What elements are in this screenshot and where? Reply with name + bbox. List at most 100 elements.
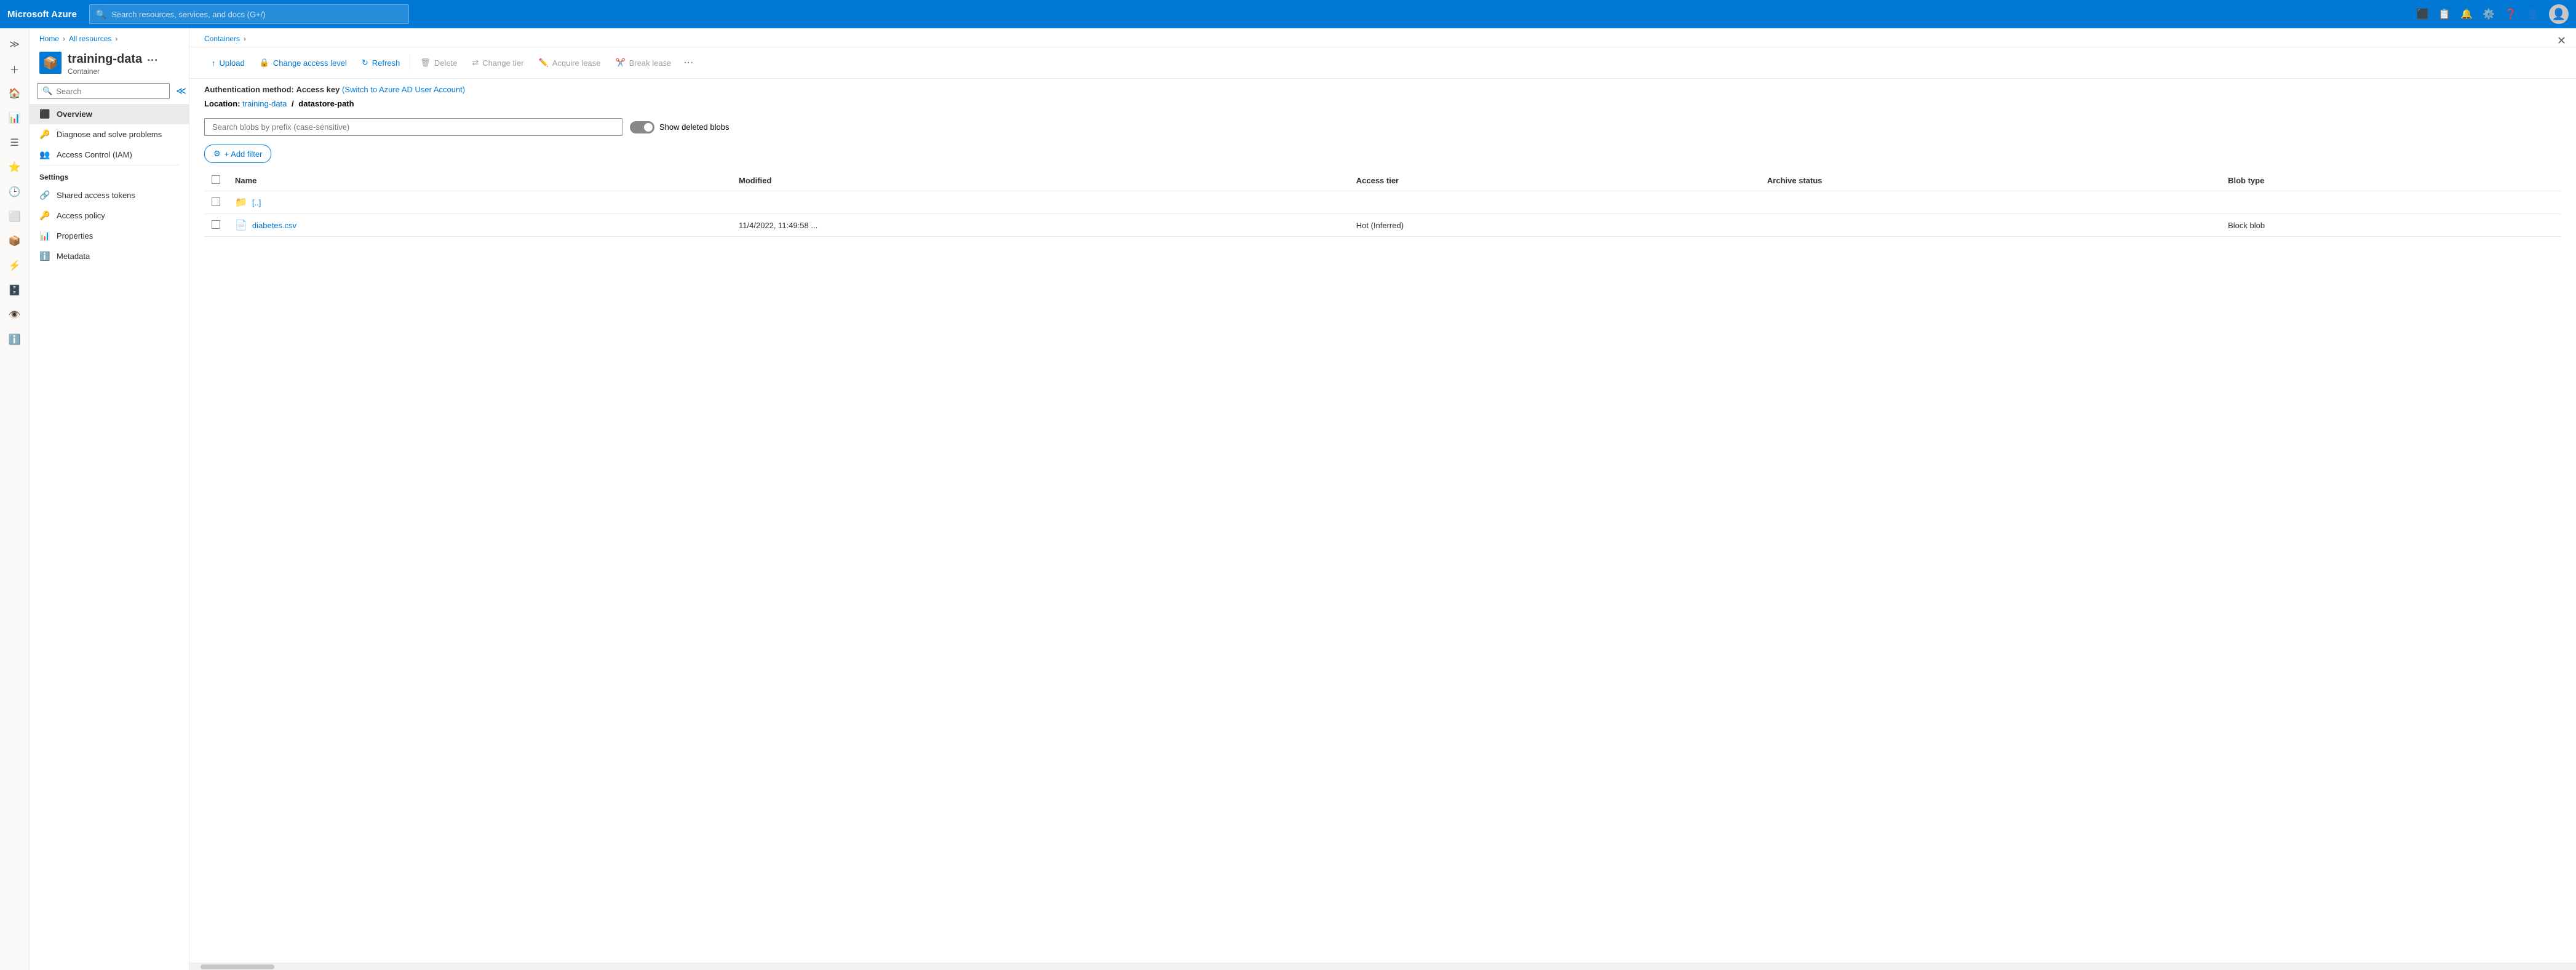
resource-groups-icon[interactable]: ⬜ (4, 205, 26, 228)
settings-icon[interactable]: ⚙️ (2483, 8, 2495, 20)
global-search-input[interactable] (111, 10, 402, 19)
search-blobs-input[interactable] (204, 118, 622, 136)
filter-icon: ⚙ (213, 149, 221, 159)
container-reg-icon[interactable]: 📦 (4, 230, 26, 252)
resource-subtitle: Container (68, 67, 179, 76)
horizontal-scrollbar[interactable] (189, 963, 2576, 970)
col-modified: Modified (731, 170, 1349, 191)
global-search-box[interactable]: 🔍 (89, 4, 409, 24)
breadcrumb-all-resources[interactable]: All resources (69, 34, 111, 43)
resource-header: 📦 training-data ··· Container (30, 47, 189, 83)
file-name-link[interactable]: diabetes.csv (252, 221, 296, 230)
access-control-icon: 👥 (39, 149, 50, 160)
blob-table: Name Modified Access tier Archive status… (204, 170, 2561, 237)
sidebar-item-overview[interactable]: ⬛ Overview (30, 104, 189, 124)
upload-icon: ↑ (212, 58, 216, 68)
breadcrumb-home[interactable]: Home (39, 34, 59, 43)
brand-logo: Microsoft Azure (7, 9, 77, 20)
table-body: 📁[..]📄diabetes.csv11/4/2022, 11:49:58 ..… (204, 191, 2561, 237)
sidebar-item-access-policy[interactable]: 🔑 Access policy (30, 205, 189, 226)
lock-icon: 🔒 (260, 58, 269, 68)
home-nav-icon[interactable]: 🏠 (4, 82, 26, 105)
auth-label: Authentication method: (204, 85, 294, 94)
location-subpath: datastore-path (298, 99, 354, 108)
row-archive-status-cell (1760, 191, 2220, 214)
row-checkbox[interactable] (212, 197, 220, 206)
delete-icon: 🗑 (420, 58, 431, 68)
favorites-icon[interactable]: ⭐ (4, 156, 26, 178)
change-access-label: Change access level (273, 58, 347, 68)
sidebar-item-properties[interactable]: 📊 Properties (30, 226, 189, 246)
person-icon[interactable]: 👤 (2527, 8, 2539, 20)
break-lease-label: Break lease (629, 58, 672, 68)
content-breadcrumb-containers[interactable]: Containers (204, 34, 240, 43)
properties-icon: 📊 (39, 231, 50, 241)
row-modified-cell (731, 191, 1349, 214)
monitor-icon[interactable]: 👁️ (4, 304, 26, 326)
add-filter-btn[interactable]: ⚙ + Add filter (204, 145, 271, 163)
row-access-tier-cell: Hot (Inferred) (1349, 214, 1760, 237)
location-label: Location: (204, 99, 241, 108)
delete-btn[interactable]: 🗑 Delete (413, 54, 464, 71)
file-icon: 📄 (235, 219, 247, 231)
avatar[interactable]: 👤 (2549, 4, 2569, 24)
terminal-icon[interactable]: ⬛ (2416, 8, 2428, 20)
recent-icon[interactable]: 🕒 (4, 181, 26, 203)
icon-sidebar: ≫ ＋ 🏠 📊 ☰ ⭐ 🕒 ⬜ 📦 ⚡ 🗄️ 👁️ ℹ️ (0, 28, 30, 970)
sidebar-item-metadata[interactable]: ℹ️ Metadata (30, 246, 189, 266)
row-checkbox[interactable] (212, 220, 220, 229)
acquire-lease-btn[interactable]: ✏️ Acquire lease (531, 54, 608, 71)
resource-title-area: training-data ··· Container (68, 52, 179, 76)
select-all-checkbox[interactable] (212, 175, 220, 184)
toggle-row: Show deleted blobs (630, 121, 729, 133)
refresh-icon: ↻ (362, 58, 368, 68)
sidebar-item-overview-label: Overview (57, 109, 92, 119)
show-deleted-toggle[interactable] (630, 121, 654, 133)
file-name-link[interactable]: [..] (252, 198, 261, 207)
col-access-tier: Access tier (1349, 170, 1760, 191)
break-lease-btn[interactable]: ✂️ Break lease (608, 54, 678, 71)
left-search-box[interactable]: 🔍 (37, 83, 170, 99)
row-name-cell: 📄 diabetes.csv (228, 214, 731, 237)
toolbar-more-btn[interactable]: ··· (678, 54, 698, 72)
content-breadcrumb: Containers › (189, 28, 2576, 47)
collapse-panel-btn[interactable]: ≪ (175, 84, 188, 98)
info-icon[interactable]: ℹ️ (4, 328, 26, 351)
row-name-cell: 📁[..] (228, 191, 731, 214)
toolbar: ↑ Upload 🔒 Change access level ↻ Refresh… (189, 47, 2576, 79)
delete-label: Delete (434, 58, 458, 68)
help-icon[interactable]: ❓ (2505, 8, 2517, 20)
feedback-icon[interactable]: 📋 (2438, 8, 2451, 20)
close-btn[interactable]: ✕ (2557, 34, 2566, 47)
create-btn[interactable]: ＋ (4, 58, 26, 80)
change-tier-btn[interactable]: ⇄ Change tier (464, 54, 531, 71)
location-path-link[interactable]: training-data (242, 99, 287, 108)
refresh-btn[interactable]: ↻ Refresh (354, 54, 407, 71)
change-access-level-btn[interactable]: 🔒 Change access level (252, 54, 354, 71)
add-filter-row: ⚙ + Add filter (189, 142, 2576, 170)
expand-btn[interactable]: ≫ (4, 33, 26, 55)
more-options-btn[interactable]: ··· (147, 54, 158, 67)
break-lease-icon: ✂️ (615, 58, 625, 68)
col-name: Name (228, 170, 731, 191)
sidebar-item-diagnose[interactable]: 🔑 Diagnose and solve problems (30, 124, 189, 145)
header-checkbox-cell (204, 170, 228, 191)
scroll-thumb[interactable] (201, 964, 274, 969)
location-row: Location: training-data / datastore-path (189, 98, 2576, 114)
switch-auth-link[interactable]: (Switch to Azure AD User Account) (342, 85, 465, 94)
function-icon[interactable]: ⚡ (4, 255, 26, 277)
upload-btn[interactable]: ↑ Upload (204, 55, 252, 71)
bell-icon[interactable]: 🔔 (2460, 8, 2473, 20)
col-blob-type: Blob type (2220, 170, 2561, 191)
left-search-input[interactable] (56, 87, 164, 96)
content-wrapper: Containers › ✕ ↑ Upload 🔒 Change access … (189, 28, 2576, 970)
sidebar-item-shared-access-tokens[interactable]: 🔗 Shared access tokens (30, 185, 189, 205)
sql-icon[interactable]: 🗄️ (4, 279, 26, 301)
resource-title: training-data ··· (68, 52, 179, 67)
all-services-icon[interactable]: ☰ (4, 132, 26, 154)
topbar-icons: ⬛ 📋 🔔 ⚙️ ❓ 👤 👤 (2416, 4, 2569, 24)
dashboard-icon[interactable]: 📊 (4, 107, 26, 129)
sidebar-item-access-control[interactable]: 👥 Access Control (IAM) (30, 145, 189, 165)
left-search-row: 🔍 ≪ (30, 83, 189, 104)
access-policy-icon: 🔑 (39, 210, 50, 221)
